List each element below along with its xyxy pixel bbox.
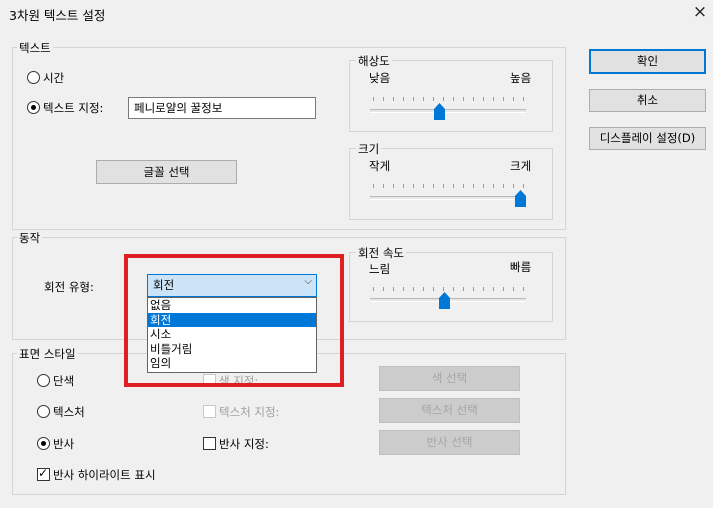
resolution-label: 해상도 [356, 53, 392, 69]
reflect-checkbox[interactable] [203, 437, 216, 450]
rotation-speed-max-label: 빠름 [510, 260, 532, 274]
size-slider-track[interactable] [370, 196, 526, 200]
texture-checkbox-label: 텍스처 지정: [219, 405, 280, 419]
rotation-speed-slider-thumb[interactable] [439, 292, 450, 309]
rotation-speed-label: 회전 속도 [356, 245, 406, 261]
reflect-select-button[interactable]: 반사 선택 [379, 430, 520, 455]
reflect-radio[interactable] [37, 437, 50, 450]
solid-radio[interactable] [37, 374, 50, 387]
solid-radio-label: 단색 [53, 374, 75, 388]
color-select-button[interactable]: 색 선택 [379, 366, 520, 391]
highlight-annotation-box [124, 254, 344, 387]
texture-radio[interactable] [37, 405, 50, 418]
window-title: 3차원 텍스트 설정 [9, 8, 106, 23]
highlight-checkbox[interactable] [37, 466, 50, 481]
ok-button[interactable]: 확인 [589, 49, 706, 74]
size-slider-thumb[interactable] [515, 190, 526, 207]
time-radio[interactable] [27, 71, 40, 84]
time-radio-label: 시간 [43, 71, 65, 85]
close-icon[interactable]: × [690, 2, 710, 22]
resolution-max-label: 높음 [510, 71, 532, 85]
reflect-checkbox-label: 반사 지정: [219, 437, 269, 451]
display-settings-button[interactable]: 디스플레이 설정(D) [589, 127, 706, 150]
resolution-slider-track[interactable] [370, 109, 526, 113]
texture-select-button[interactable]: 텍스처 선택 [379, 398, 520, 423]
custom-text-radio-label: 텍스트 지정: [43, 101, 104, 115]
rotation-speed-min-label: 느림 [369, 262, 391, 276]
texture-radio-label: 텍스처 [53, 405, 85, 419]
motion-group-label: 동작 [17, 230, 43, 246]
surface-group-label: 표면 스타일 [17, 346, 78, 362]
rotation-speed-ticks [373, 287, 525, 291]
font-select-button[interactable]: 글꼴 선택 [96, 160, 237, 184]
cancel-button[interactable]: 취소 [589, 89, 706, 112]
resolution-min-label: 낮음 [369, 71, 391, 85]
rotation-type-label: 회전 유형: [44, 280, 94, 294]
resolution-ticks [373, 97, 525, 101]
size-ticks [373, 184, 525, 188]
size-label: 크기 [356, 141, 382, 157]
highlight-checkbox-label: 반사 하이라이트 표시 [53, 468, 156, 482]
text-group-label: 텍스트 [17, 40, 53, 56]
size-max-label: 크게 [510, 159, 532, 173]
custom-text-input[interactable]: 페니로얄의 꿀정보 [128, 97, 316, 119]
texture-checkbox[interactable] [203, 405, 216, 418]
reflect-radio-label: 반사 [53, 437, 75, 451]
resolution-slider-thumb[interactable] [434, 103, 445, 120]
custom-text-radio[interactable] [27, 101, 40, 114]
size-min-label: 작게 [369, 159, 391, 173]
